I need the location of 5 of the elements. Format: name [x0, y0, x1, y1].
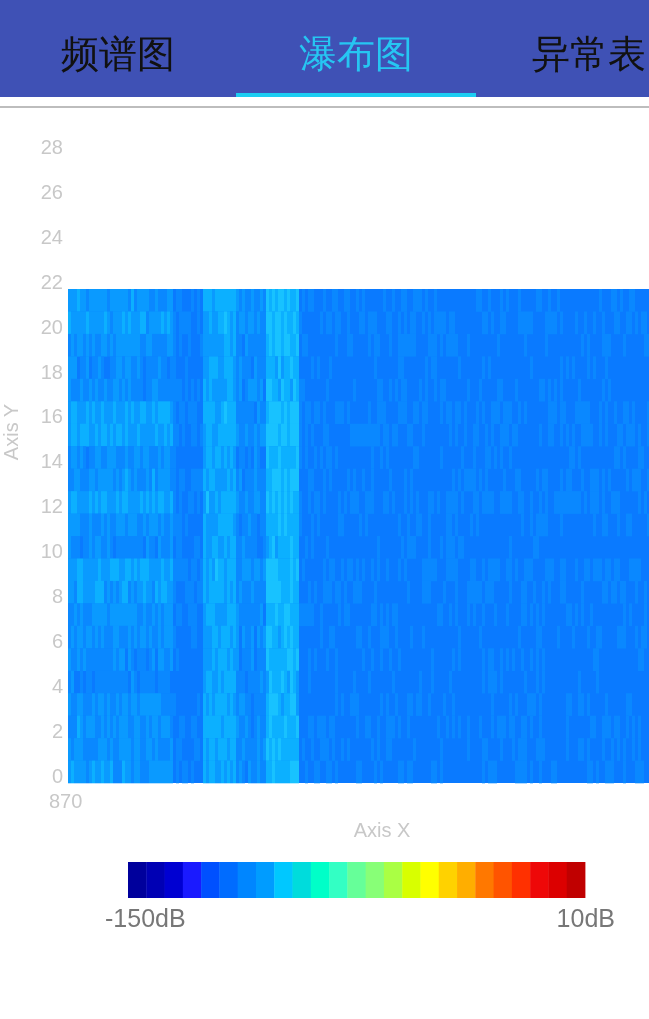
scale-label: -150dB: [105, 904, 186, 932]
tab[interactable]: 瀑布图: [236, 0, 476, 97]
scale-label: 10dB: [556, 904, 615, 932]
tab[interactable]: 异常表: [476, 0, 649, 97]
tab[interactable]: 频谱图: [0, 0, 236, 97]
